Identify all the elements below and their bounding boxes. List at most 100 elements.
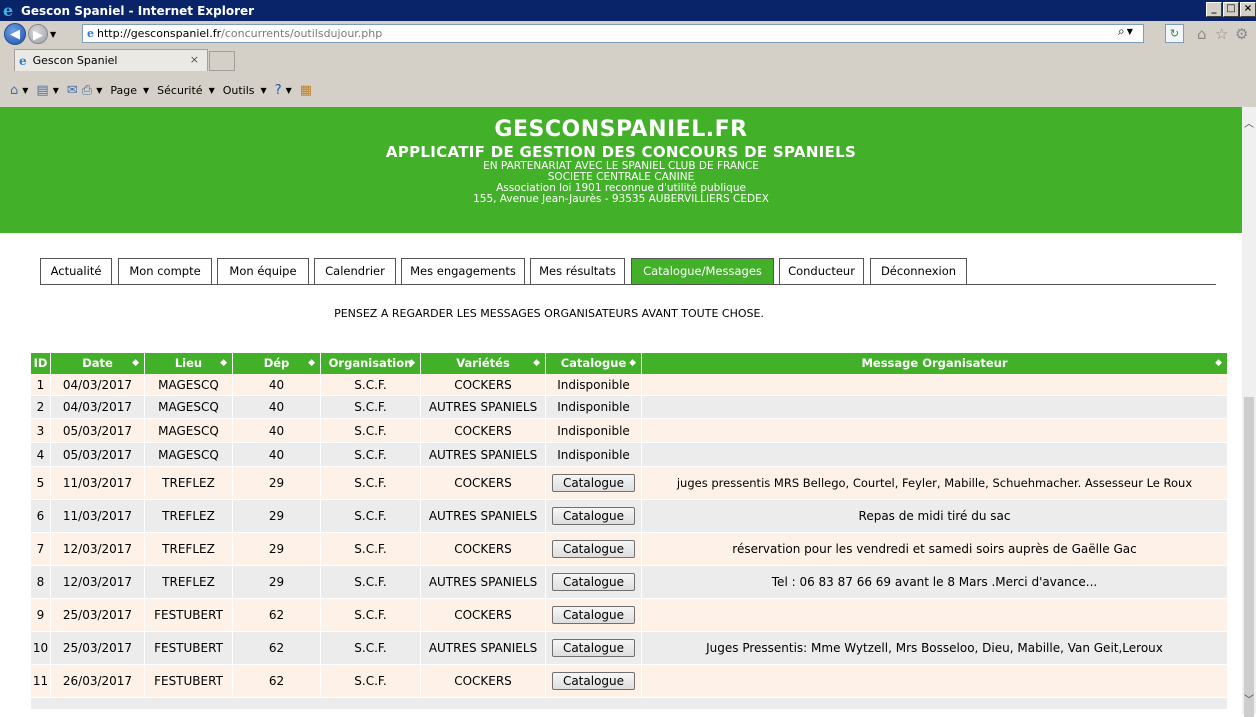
col-header-catalogue[interactable]: Catalogue ◆ bbox=[546, 353, 642, 374]
cell-lieu: MAGESCQ bbox=[145, 396, 233, 418]
tab-favicon-icon: e bbox=[19, 53, 27, 68]
notice-text: PENSEZ A REGARDER LES MESSAGES ORGANISAT… bbox=[334, 307, 764, 320]
col-header-date[interactable]: Date ◆ bbox=[51, 353, 145, 374]
print-icon[interactable]: ⎙ bbox=[82, 83, 92, 98]
tab-mes-engagements[interactable]: Mes engagements bbox=[401, 258, 525, 284]
favorites-star-icon[interactable]: ☆ bbox=[1215, 25, 1228, 43]
col-header-varietes[interactable]: Variétés ◆ bbox=[421, 353, 546, 374]
sort-icon: ◆ bbox=[1215, 358, 1222, 368]
col-header-organisation-label: Organisation bbox=[328, 356, 413, 370]
cell-id: 9 bbox=[31, 599, 51, 631]
new-tab-button[interactable] bbox=[209, 51, 235, 71]
tab-label: Gescon Spaniel bbox=[32, 54, 118, 67]
catalogue-button[interactable]: Catalogue bbox=[551, 540, 636, 558]
col-header-lieu[interactable]: Lieu ◆ bbox=[145, 353, 233, 374]
cell-organisation: S.C.F. bbox=[321, 566, 421, 598]
sort-icon: ◆ bbox=[220, 358, 227, 368]
cell-variete: AUTRES SPANIELS bbox=[421, 566, 546, 598]
cell-date: 05/03/2017 bbox=[51, 443, 145, 466]
table-row: 11 26/03/2017 FESTUBERT 62 S.C.F. COCKER… bbox=[31, 665, 1227, 698]
catalogue-button[interactable]: Catalogue bbox=[551, 507, 636, 525]
cell-catalogue: Catalogue bbox=[546, 467, 642, 499]
tab-mon-equipe[interactable]: Mon équipe bbox=[217, 258, 309, 284]
table-row: 6 11/03/2017 TREFLEZ 29 S.C.F. AUTRES SP… bbox=[31, 500, 1227, 533]
cell-organisation: S.C.F. bbox=[321, 599, 421, 631]
cell-date: 04/03/2017 bbox=[51, 374, 145, 395]
home-cmd-icon[interactable]: ⌂ bbox=[10, 83, 18, 98]
cell-lieu: MAGESCQ bbox=[145, 374, 233, 395]
close-button[interactable]: × bbox=[1240, 2, 1256, 17]
research-icon[interactable]: ▦ bbox=[300, 83, 312, 98]
catalogue-button[interactable]: Catalogue bbox=[551, 573, 636, 591]
minimize-button[interactable]: _ bbox=[1206, 2, 1222, 17]
maximize-button[interactable]: □ bbox=[1223, 2, 1239, 17]
scroll-up-icon[interactable]: ︿ bbox=[1244, 115, 1254, 130]
cell-dep: 29 bbox=[233, 467, 321, 499]
cell-variete: COCKERS bbox=[421, 665, 546, 697]
catalogue-button[interactable]: Catalogue bbox=[551, 474, 636, 492]
search-icon[interactable]: ⌕ bbox=[1118, 24, 1125, 39]
catalogue-button[interactable]: Catalogue bbox=[551, 606, 636, 624]
col-header-id[interactable]: ID bbox=[31, 353, 51, 374]
cell-catalogue: Catalogue bbox=[546, 533, 642, 565]
cell-id: 7 bbox=[31, 533, 51, 565]
cell-catalogue: Catalogue bbox=[546, 632, 642, 664]
tab-actualite[interactable]: Actualité bbox=[40, 258, 112, 284]
mail-icon[interactable]: ✉ bbox=[67, 83, 78, 98]
col-header-message[interactable]: Message Organisateur ◆ bbox=[642, 353, 1227, 374]
col-header-message-label: Message Organisateur bbox=[861, 356, 1008, 370]
col-header-dep[interactable]: Dép ◆ bbox=[233, 353, 321, 374]
home-icon[interactable]: ⌂ bbox=[1197, 25, 1207, 43]
tab-mon-compte[interactable]: Mon compte bbox=[118, 258, 212, 284]
cell-id: 5 bbox=[31, 467, 51, 499]
scroll-down-icon[interactable]: ﹀ bbox=[1244, 691, 1254, 706]
feeds-dropdown-icon[interactable]: ▼ bbox=[53, 86, 59, 95]
tab-catalogue-messages[interactable]: Catalogue/Messages bbox=[631, 258, 774, 284]
cell-variete: AUTRES SPANIELS bbox=[421, 500, 546, 532]
cell-catalogue: Catalogue bbox=[546, 500, 642, 532]
ie-logo-icon: e bbox=[3, 0, 14, 20]
help-dropdown-icon[interactable]: ▼ bbox=[286, 86, 292, 95]
tab-mes-resultats[interactable]: Mes résultats bbox=[530, 258, 625, 284]
gear-icon[interactable]: ⚙ bbox=[1235, 25, 1248, 43]
cell-date: 11/03/2017 bbox=[51, 467, 145, 499]
tab-calendrier[interactable]: Calendrier bbox=[314, 258, 396, 284]
col-header-organisation[interactable]: Organisation ◆ bbox=[321, 353, 421, 374]
table-row: 10 25/03/2017 FESTUBERT 62 S.C.F. AUTRES… bbox=[31, 632, 1227, 665]
browser-tab[interactable]: e Gescon Spaniel × bbox=[14, 49, 208, 71]
catalogue-button[interactable]: Catalogue bbox=[551, 639, 636, 657]
table-row: 1 04/03/2017 MAGESCQ 40 S.C.F. COCKERS I… bbox=[31, 374, 1227, 396]
scrollbar-thumb[interactable] bbox=[1244, 397, 1254, 717]
tab-conducteur[interactable]: Conducteur bbox=[779, 258, 864, 284]
catalogue-button[interactable]: Catalogue bbox=[551, 672, 636, 690]
back-button[interactable]: ◀ bbox=[4, 23, 26, 45]
url-path: /concurrents/outilsdujour.php bbox=[221, 27, 383, 40]
forward-button[interactable]: ▶ bbox=[28, 24, 48, 44]
cell-message bbox=[642, 599, 1227, 631]
tools-menu[interactable]: Outils bbox=[223, 84, 255, 97]
help-icon[interactable]: ? bbox=[275, 83, 282, 98]
page-menu[interactable]: Page bbox=[110, 84, 137, 97]
cell-lieu: TREFLEZ bbox=[145, 566, 233, 598]
tab-deconnexion[interactable]: Déconnexion bbox=[870, 258, 967, 284]
table-row: 7 12/03/2017 TREFLEZ 29 S.C.F. COCKERS C… bbox=[31, 533, 1227, 566]
tab-close-icon[interactable]: × bbox=[190, 53, 199, 66]
cell-id: 3 bbox=[31, 419, 51, 442]
vertical-scrollbar[interactable]: ︿ ﹀ bbox=[1242, 107, 1256, 717]
url-input[interactable]: e http://gesconspaniel.fr/concurrents/ou… bbox=[82, 24, 1144, 43]
print-dropdown-icon[interactable]: ▼ bbox=[96, 86, 102, 95]
cell-lieu: TREFLEZ bbox=[145, 467, 233, 499]
cell-dep: 40 bbox=[233, 374, 321, 395]
history-dropdown-icon[interactable]: ▼ bbox=[50, 30, 56, 39]
cell-message: Tel : 06 83 87 66 69 avant le 8 Mars .Me… bbox=[771, 575, 1098, 589]
cell-organisation: S.C.F. bbox=[321, 500, 421, 532]
security-menu[interactable]: Sécurité bbox=[157, 84, 202, 97]
refresh-button[interactable]: ↻ bbox=[1165, 24, 1184, 43]
window-title: Gescon Spaniel - Internet Explorer bbox=[21, 3, 255, 18]
home-dropdown-icon[interactable]: ▼ bbox=[22, 86, 28, 95]
cell-date: 11/03/2017 bbox=[51, 500, 145, 532]
cell-variete: COCKERS bbox=[421, 599, 546, 631]
address-dropdown-icon[interactable]: ▼ bbox=[1127, 27, 1133, 36]
feeds-icon[interactable]: ▤ bbox=[36, 83, 48, 98]
cell-date: 26/03/2017 bbox=[51, 665, 145, 697]
